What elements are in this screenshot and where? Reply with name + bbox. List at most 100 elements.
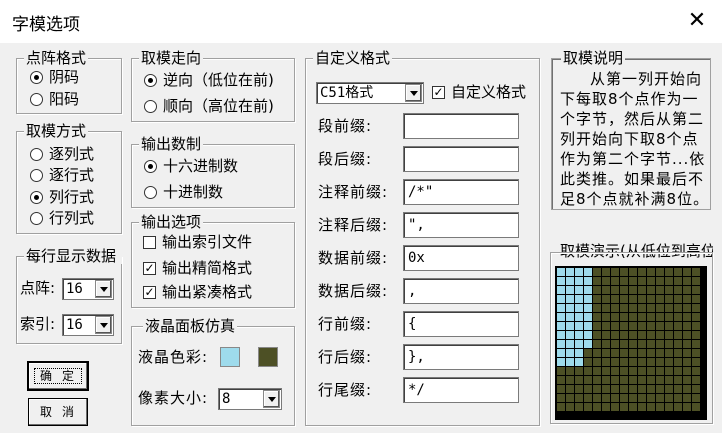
description-label: 取模说明 [561,49,626,67]
lcd-pixel [566,331,574,339]
line-suffix-field[interactable]: }, [403,344,519,370]
radio-indicator [30,212,43,225]
lcd-pixel [692,295,700,303]
lcd-pixel [611,403,619,411]
lcd-pixel [692,286,700,294]
lcd-pixel [656,322,664,330]
lcd-pixel [593,322,601,330]
radio-indicator [30,71,43,84]
lcd-pixel [611,313,619,321]
lcd-pixel [647,349,655,357]
lcd-pixel [629,340,637,348]
lcd-pixel [683,268,691,276]
lcd-pixel [620,358,628,366]
lcd-pixel [566,358,574,366]
lcd-pixel [593,367,601,375]
lcd-pixel [692,322,700,330]
pixel-size-select[interactable]: 8 [218,388,282,410]
checkbox-compact-format[interactable]: ✓ 输出精简格式 [143,260,252,277]
checkbox-dense-format[interactable]: ✓ 输出紧凑格式 [143,284,252,301]
lcd-pixel [620,385,628,393]
lcd-pixel [557,295,565,303]
lcd-pixel [584,376,592,384]
lcd-pixel [638,403,646,411]
lcd-pixel [692,403,700,411]
lcd-pixel [620,295,628,303]
direction-options: 逆向（低位在前) 顺向（高位在前) [140,70,294,120]
lcd-pixel [557,313,565,321]
comment-prefix-field[interactable]: /*" [403,179,519,205]
lcd-pixel [620,277,628,285]
radio-label: 逆向（低位在前) [163,71,274,89]
lcd-pixel [584,340,592,348]
data-prefix-label: 数据前缀: [318,249,389,267]
radio-indicator [144,160,157,173]
index-count-select[interactable]: 16 [62,314,114,336]
radio-row-column[interactable]: 行列式 [30,210,94,227]
lcd-pixel [566,322,574,330]
lcd-pixel [566,268,574,276]
lcd-pixel [638,295,646,303]
lcd-pixel [575,268,583,276]
checkbox-label: 输出精简格式 [162,259,253,277]
lcd-pixel [575,313,583,321]
lcd-pixel [629,358,637,366]
lcd-pixel [557,322,565,330]
radio-negative[interactable]: 阴码 [30,69,79,86]
lcd-pixel [674,295,682,303]
radio-decimal[interactable]: 十进制数 [144,184,223,201]
segment-suffix-field[interactable] [403,146,519,172]
close-button[interactable]: ✕ [684,8,710,34]
radio-indicator [144,100,157,113]
lcd-label: 液晶面板仿真 [143,317,238,335]
lcd-pixel [674,349,682,357]
lcd-pixel [683,376,691,384]
lcd-off-color-swatch[interactable] [258,347,278,367]
radio-column-row[interactable]: 列行式 [30,189,94,206]
lcd-pixel [575,403,583,411]
lcd-pixel [683,403,691,411]
radio-hex[interactable]: 十六进制数 [144,158,238,175]
lcd-pixel [665,286,673,294]
lcd-pixel [557,358,565,366]
lcd-pixel [665,304,673,312]
lcd-pixel [674,340,682,348]
cancel-button[interactable]: 取消 [28,398,88,426]
line-end-suffix-field[interactable]: */ [403,377,519,403]
lcd-pixel [638,385,646,393]
dot-count-select[interactable]: 16 [62,278,114,300]
lcd-pixel [629,268,637,276]
lcd-pixel [665,313,673,321]
lcd-pixel [602,376,610,384]
radio-column-wise[interactable]: 逐列式 [30,146,94,163]
lcd-pixel [647,304,655,312]
radio-forward[interactable]: 顺向（高位在前) [144,98,274,115]
segment-prefix-field[interactable] [403,113,519,139]
lcd-pixel [665,331,673,339]
checkbox-index-file[interactable]: 输出索引文件 [143,234,252,251]
format-select[interactable]: C51格式 [316,82,424,104]
lcd-pixel [647,403,655,411]
lcd-pixel [629,376,637,384]
data-suffix-field[interactable]: , [403,278,519,304]
radio-positive[interactable]: 阳码 [30,91,79,108]
lcd-pixel [656,340,664,348]
select-value: 16 [66,317,83,333]
lcd-on-color-swatch[interactable] [220,347,240,367]
lcd-pixel [683,358,691,366]
lcd-pixel [584,286,592,294]
lcd-pixel [602,358,610,366]
radio-label: 阳码 [49,90,80,108]
lcd-pixel [575,286,583,294]
comment-suffix-field[interactable]: ", [403,212,519,238]
radio-row-wise[interactable]: 逐行式 [30,167,94,184]
ok-button[interactable]: 确定 [27,361,89,391]
line-prefix-field[interactable]: { [403,311,519,337]
custom-format-checkbox[interactable]: ✓ 自定义格式 [432,84,526,101]
radio-reverse[interactable]: 逆向（低位在前) [144,72,274,89]
lcd-pixel [629,331,637,339]
lcd-pixel [647,295,655,303]
data-prefix-field[interactable]: 0x [403,245,519,271]
lcd-pixel [584,331,592,339]
lcd-pixel [593,349,601,357]
